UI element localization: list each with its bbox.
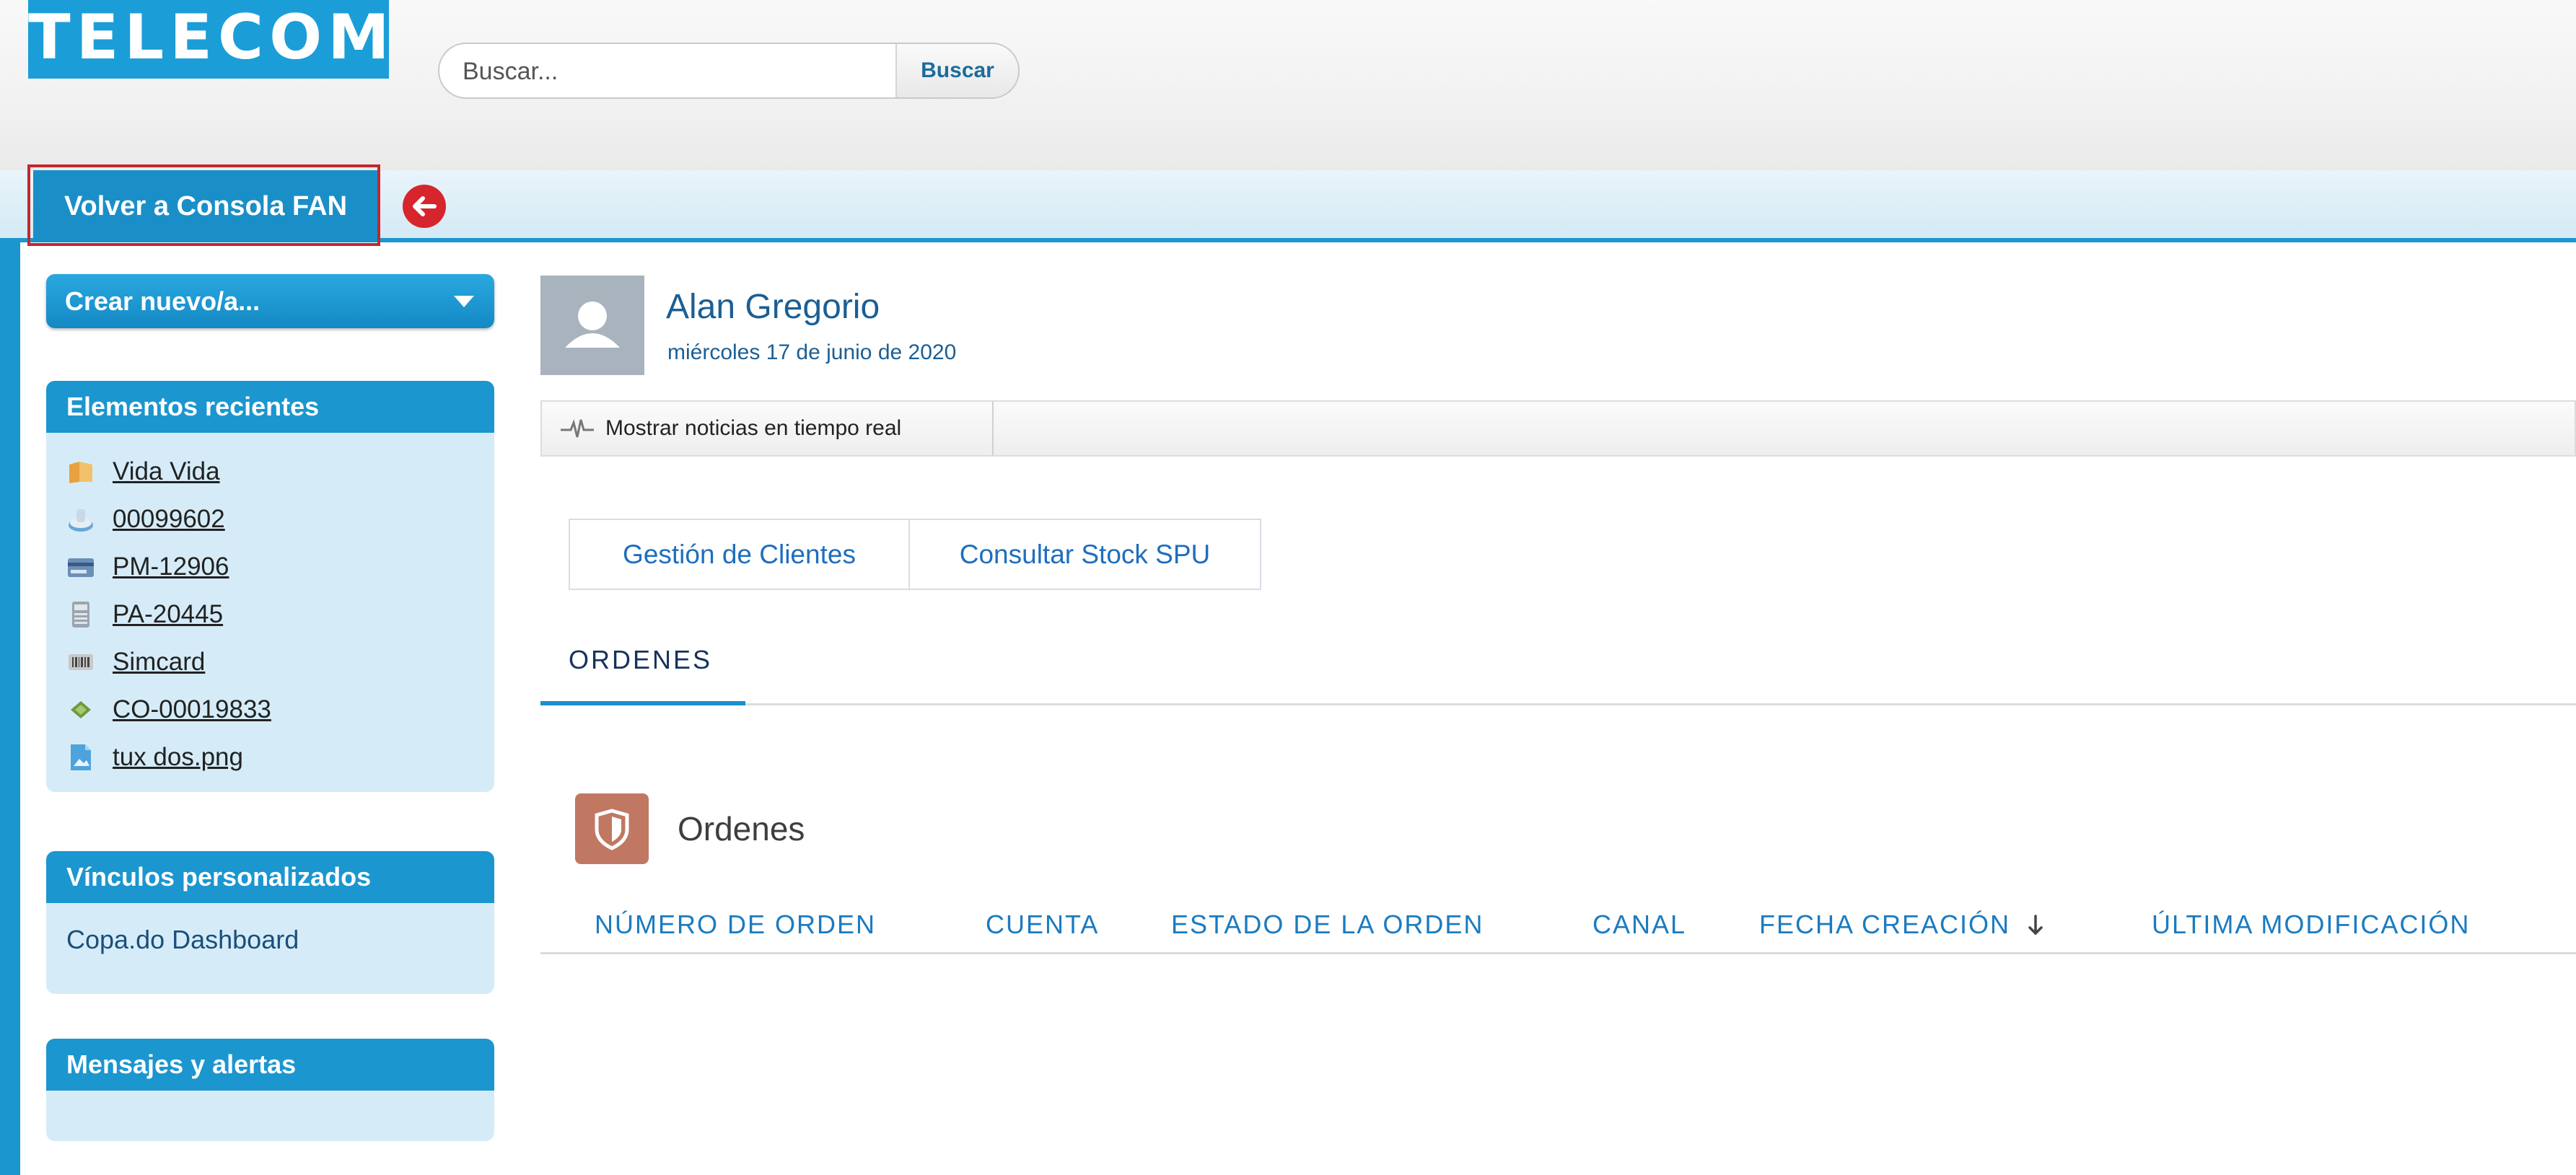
news-toolbar: Mostrar noticias en tiempo real — [540, 400, 2576, 457]
folder-icon — [69, 462, 92, 483]
recent-item-label: PM-12906 — [113, 553, 229, 581]
user-icon — [565, 302, 620, 348]
search-box: Buscar — [438, 43, 1020, 99]
recent-item-label: Simcard — [113, 648, 206, 676]
recent-items-panel: Vida Vida 00099602 PM-12906 PA-20445 Sim… — [46, 433, 494, 792]
column-cuenta[interactable]: CUENTA — [986, 910, 1099, 940]
payment-card-icon — [68, 558, 94, 577]
recent-item-label: 00099602 — [113, 505, 225, 533]
pulse-icon — [561, 419, 594, 438]
sort-down-icon — [2028, 915, 2043, 936]
image-file-icon — [71, 744, 91, 770]
highlight-box — [27, 164, 380, 246]
column-ultima-modificacion[interactable]: ÚLTIMA MODIFICACIÓN — [2152, 910, 2470, 940]
recent-item[interactable]: 00099602 — [66, 499, 225, 540]
search-button[interactable]: Buscar — [895, 44, 1018, 97]
link-copa-dashboard[interactable]: Copa.do Dashboard — [66, 925, 299, 955]
active-tab-indicator — [540, 701, 745, 705]
recent-item[interactable]: PM-12906 — [66, 547, 229, 587]
custom-links-header: Vínculos personalizados — [46, 851, 494, 903]
orders-table-header: NÚMERO DE ORDEN CUENTA ESTADO DE LA ORDE… — [540, 897, 2576, 954]
arrow-left-icon — [403, 185, 446, 228]
messages-panel — [46, 1091, 494, 1141]
recent-item-label: CO-00019833 — [113, 695, 271, 723]
recent-item-label: tux dos.png — [113, 743, 243, 771]
messages-header: Mensajes y alertas — [46, 1039, 494, 1091]
recent-item-label: Vida Vida — [113, 457, 220, 485]
column-numero-orden[interactable]: NÚMERO DE ORDEN — [595, 910, 876, 940]
orders-title: Ordenes — [678, 810, 805, 848]
tab-bar: Volver a Consola FAN — [0, 170, 2576, 242]
column-canal[interactable]: CANAL — [1593, 910, 1686, 940]
recent-item-label: PA-20445 — [113, 600, 224, 628]
column-estado-orden[interactable]: ESTADO DE LA ORDEN — [1171, 910, 1484, 940]
recent-item[interactable]: Simcard — [66, 642, 205, 682]
calculator-icon — [72, 602, 89, 628]
chip-icon — [71, 701, 91, 718]
avatar — [540, 276, 644, 375]
user-name[interactable]: Alan Gregorio — [666, 287, 880, 327]
gestion-clientes-button[interactable]: Gestión de Clientes — [569, 519, 910, 590]
column-fecha-creacion[interactable]: FECHA CREACIÓN — [1759, 910, 2046, 940]
tab-ordenes[interactable]: ORDENES — [569, 645, 712, 675]
case-icon — [69, 509, 93, 532]
show-news-button[interactable]: Mostrar noticias en tiempo real — [542, 402, 994, 455]
caret-down-icon — [454, 296, 474, 307]
show-news-label: Mostrar noticias en tiempo real — [605, 416, 902, 440]
recent-item[interactable]: PA-20445 — [66, 594, 223, 635]
column-fecha-creacion-label: FECHA CREACIÓN — [1759, 910, 2011, 939]
recent-item[interactable]: tux dos.png — [66, 737, 243, 778]
recent-items-header: Elementos recientes — [46, 381, 494, 433]
top-header: TELECOM Buscar — [0, 0, 2576, 170]
recent-item[interactable]: CO-00019833 — [66, 690, 271, 730]
search-input[interactable] — [461, 44, 897, 97]
sidebar-edge — [0, 242, 20, 1175]
create-new-dropdown[interactable]: Crear nuevo/a... — [46, 274, 494, 328]
create-new-label: Crear nuevo/a... — [65, 286, 260, 316]
barcode-icon — [69, 654, 93, 670]
custom-links-panel: Copa.do Dashboard — [46, 903, 494, 994]
profile-date: miércoles 17 de junio de 2020 — [667, 340, 957, 364]
recent-item[interactable]: Vida Vida — [66, 452, 220, 492]
orders-icon — [575, 793, 649, 864]
telecom-logo: TELECOM — [28, 0, 390, 79]
consultar-stock-button[interactable]: Consultar Stock SPU — [908, 519, 1261, 590]
tab-divider — [540, 703, 2576, 705]
